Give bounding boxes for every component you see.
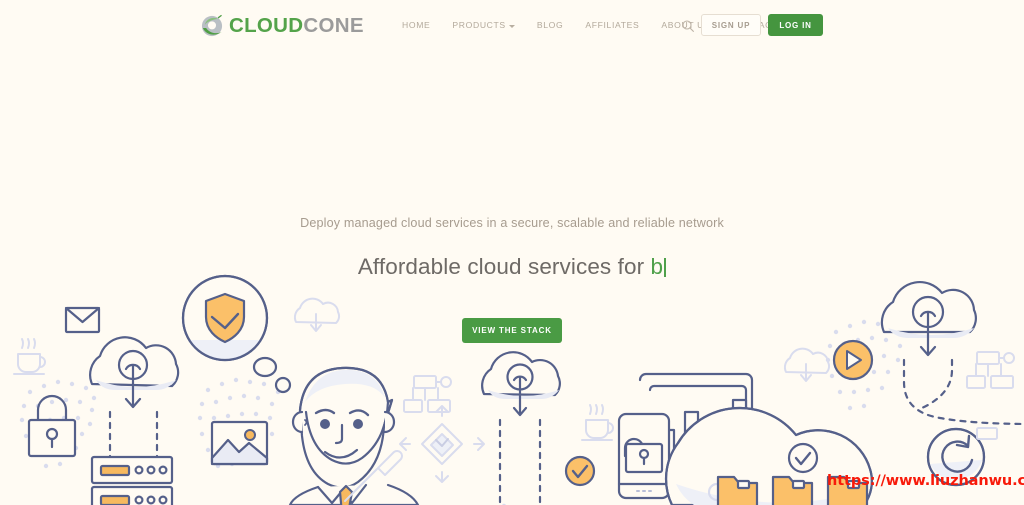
- site-header: CLOUDCONE HOME PRODUCTS BLOG AFFILIATES …: [0, 0, 1024, 52]
- nav-item-affiliates[interactable]: AFFILIATES: [574, 19, 650, 31]
- logo-text: CLOUDCONE: [229, 13, 364, 39]
- nav-item-affiliates-label: AFFILIATES: [585, 20, 640, 30]
- landing-page: CLOUDCONE HOME PRODUCTS BLOG AFFILIATES …: [0, 0, 1024, 505]
- nav-item-blog-label: BLOG: [536, 20, 564, 30]
- network-diagram-icon-center: [976, 427, 998, 440]
- nav-item-products[interactable]: PRODUCTS: [441, 19, 525, 31]
- nav-item-blog[interactable]: BLOG: [526, 19, 574, 31]
- search-icon[interactable]: [681, 19, 695, 33]
- shield-thought-bubble-icon: [181, 274, 292, 394]
- download-cloud-icon-2: [783, 347, 831, 382]
- nav-item-home-label: HOME: [402, 20, 431, 30]
- nav-item-products-label: PRODUCTS: [452, 20, 506, 30]
- upload-cloud-icon-center: [481, 351, 561, 505]
- search-glyph: [682, 20, 694, 32]
- signup-button[interactable]: SIGN UP: [701, 14, 761, 36]
- upload-cloud-icon: [89, 336, 180, 462]
- login-button-label: LOG IN: [779, 20, 812, 30]
- download-cloud-icon-small: [293, 297, 341, 332]
- hero-title-typed: b: [650, 254, 664, 279]
- hero-title-static: Affordable cloud services for: [357, 254, 651, 279]
- cloud-services-hero-illustration: [13, 274, 1024, 505]
- checkmark-circle-icon-orange: [564, 455, 596, 487]
- download-cloud-icon: [880, 280, 1024, 426]
- checkmark-circle-icon: [787, 442, 819, 474]
- login-button[interactable]: LOG IN: [768, 14, 823, 36]
- logo[interactable]: CLOUDCONE: [199, 13, 364, 39]
- padlock-icon: [27, 394, 77, 458]
- page-title: Affordable cloud services for b: [0, 252, 1024, 282]
- logo-text-primary: CLOUD: [229, 14, 304, 37]
- phone-lock-icon: [617, 412, 671, 500]
- chevron-down-icon: [508, 24, 515, 28]
- server-rack-icon: [90, 455, 174, 505]
- view-the-stack-label: VIEW THE STACK: [472, 326, 552, 335]
- view-the-stack-button[interactable]: VIEW THE STACK: [462, 318, 562, 343]
- signup-button-label: SIGN UP: [711, 20, 751, 30]
- play-button-icon: [832, 339, 874, 381]
- envelope-icon: [64, 306, 101, 334]
- businessman-character: [288, 366, 420, 505]
- diamond-icon: [399, 405, 485, 483]
- photo-icon: [210, 420, 269, 466]
- coffee-cup-icon: [13, 338, 46, 375]
- watermark: https://www.liuzhanwu.cn: [827, 473, 1024, 489]
- nav-item-home[interactable]: HOME: [402, 19, 441, 31]
- coffee-cup-icon-2: [581, 404, 614, 441]
- hero-section: Deploy managed cloud services in a secur…: [0, 214, 1024, 282]
- logo-text-secondary: CONE: [303, 14, 364, 37]
- hero-subtitle: Deploy managed cloud services in a secur…: [300, 216, 724, 230]
- network-diagram-icon-right: [966, 351, 1015, 389]
- cloudcone-leaf-icon: [201, 14, 223, 37]
- typing-caret: [664, 258, 667, 277]
